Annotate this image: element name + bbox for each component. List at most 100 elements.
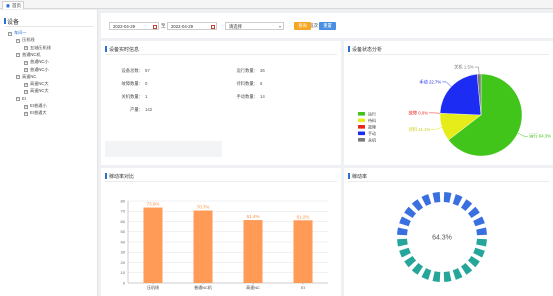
stat-fault: 故障数量： 0: [106, 81, 148, 87]
bar-data-label: 73.6%: [147, 202, 160, 207]
sidebar-title: 设备: [3, 17, 19, 26]
stat-total-value: 57: [145, 68, 150, 73]
tree-node-label: EI普通大: [30, 110, 47, 116]
tree-node-label: 高速NC: [22, 73, 37, 79]
realtime-info-panel: 设备实时信息 设备总数： 57 运行数量： 36 故障数量： 0 待料数量： 6 关机数…: [101, 41, 341, 165]
tree-node[interactable]: + EI普通大: [24, 110, 47, 116]
legend-label: 运行: [368, 110, 376, 116]
tree-node[interactable]: + 高速NC大: [24, 81, 49, 87]
expand-icon[interactable]: +: [24, 104, 28, 109]
bar-data-label: 70.7%: [197, 205, 210, 210]
bar: [293, 220, 313, 283]
collapse-icon[interactable]: −: [16, 97, 20, 102]
gauge-segment: [460, 262, 473, 275]
y-tick-label: 70: [121, 209, 126, 214]
collapse-icon[interactable]: −: [16, 53, 20, 58]
x-tick-label: 普通NC机: [194, 284, 212, 290]
date-from-input[interactable]: 2022-04-29: [109, 22, 159, 30]
gauge-segment: [399, 216, 411, 227]
tree-node[interactable]: − 高速NC: [16, 74, 36, 80]
pie-slice: [439, 73, 482, 116]
calendar-icon[interactable]: [210, 24, 215, 29]
tree-node[interactable]: + 普通NC小: [24, 59, 49, 65]
tree-node[interactable]: + 普通NC小: [24, 67, 49, 73]
expand-icon[interactable]: +: [24, 82, 28, 87]
sidebar-divider: [5, 26, 93, 27]
tree-node[interactable]: + 五轴压机线: [24, 45, 51, 51]
collapse-icon[interactable]: −: [8, 31, 12, 36]
tree-node[interactable]: − EI: [16, 96, 26, 102]
bar-data-label: 61.4%: [247, 214, 260, 219]
tree-node-label: EI: [22, 95, 26, 101]
stat-off-key: 关机数量：: [121, 94, 143, 99]
gauge-segment: [452, 268, 463, 280]
stat-waiting-key: 待料数量：: [236, 81, 258, 86]
shift-select[interactable]: 请选择: [225, 22, 284, 30]
pie-leader-line: [431, 127, 442, 130]
legend-label: 手动: [368, 130, 376, 136]
gauge-segment: [432, 192, 441, 203]
stat-total: 设备总数： 57: [106, 68, 150, 74]
rate-compare-panel: 稼动率对比 0 10 20 30 40 50 60 70 80 73.6% 压机线 70.7% 普通NC…: [101, 168, 341, 296]
calendar-icon[interactable]: [152, 24, 157, 29]
legend-label: 待料: [368, 117, 376, 123]
stat-waiting: 待料数量： 6: [224, 81, 263, 87]
gauge-segment: [421, 268, 432, 280]
legend-label: 关机: [368, 136, 376, 142]
y-tick-label: 60: [121, 219, 126, 224]
panel-divider: [105, 54, 337, 55]
stat-waiting-value: 6: [260, 81, 263, 86]
stat-output-value: 142: [145, 107, 153, 112]
collapse-icon[interactable]: −: [16, 75, 20, 80]
tab-home-label: 首页: [12, 3, 21, 8]
x-tick-label: 压机线: [147, 284, 159, 290]
bar: [193, 210, 213, 283]
y-tick-label: 10: [121, 270, 126, 275]
date-to-label: 至: [161, 23, 166, 28]
pie-slice-label: 关机 1.5%: [454, 64, 474, 71]
expand-icon[interactable]: +: [24, 46, 28, 51]
tree-node-label: 高速NC大: [30, 88, 49, 94]
gauge-segment: [397, 238, 408, 247]
gauge-segment: [421, 194, 432, 206]
gauge-segment: [467, 206, 480, 219]
gauge-segment: [397, 227, 408, 236]
expand-icon[interactable]: +: [24, 60, 28, 65]
stat-off-value: 1: [145, 94, 148, 99]
gauge-segment: [399, 247, 411, 258]
tree-node[interactable]: − 普通NC机: [16, 52, 41, 58]
expand-icon[interactable]: +: [24, 68, 28, 72]
status-pie-chart: 运行 64.3% 待料 11.1% 故障 0.0% 手动 22.7% 关机 1.5% 运行…: [358, 64, 551, 157]
tree-node[interactable]: − 压机线: [16, 37, 35, 43]
expand-icon[interactable]: +: [24, 111, 28, 116]
tree-node[interactable]: + 高速NC大: [24, 88, 49, 94]
tab-home[interactable]: 首页: [2, 1, 24, 9]
legend-swatch: [358, 138, 365, 142]
stat-fault-key: 故障数量：: [121, 81, 143, 86]
chevron-down-icon: [279, 25, 281, 28]
bar-data-label: 61.2%: [297, 214, 310, 219]
tree-node[interactable]: − 车间一: [8, 30, 27, 36]
legend-swatch: [358, 118, 365, 123]
stat-manual-key: 手动数量：: [236, 94, 258, 99]
tree-node-label: 普通NC机: [22, 51, 41, 57]
status-analysis-panel: 设备状态分析 运行 64.3% 待料 11.1% 故障 0.0% 手动 22.7% 关机…: [344, 41, 553, 165]
gauge-segment: [473, 216, 485, 227]
y-tick-label: 80: [121, 198, 126, 203]
tree-node-label: 普通NC小: [30, 59, 49, 65]
tree-node[interactable]: + EI普通小: [24, 103, 47, 109]
gauge-segment: [411, 199, 424, 212]
expand-icon[interactable]: +: [24, 89, 28, 94]
query-button[interactable]: 查询: [294, 22, 311, 30]
rate-gauge-chart: 64.3%: [397, 192, 487, 282]
gauge-segment: [443, 271, 452, 282]
pie-leader-line: [442, 81, 452, 87]
sidebar: 设备 − 车间一 − 压机线 + 五轴压机线 − 普通NC机 + 普通NC小 + 普通NC小 − 高速NC…: [0, 10, 98, 296]
reset-button[interactable]: 重置: [319, 22, 336, 30]
date-to-input[interactable]: 2022-04-29: [167, 22, 217, 30]
bar: [243, 220, 263, 283]
legend-label: 故障: [368, 123, 376, 129]
collapse-icon[interactable]: −: [16, 38, 20, 43]
legend-swatch: [358, 131, 365, 136]
stat-output: 产量： 142: [106, 107, 152, 113]
